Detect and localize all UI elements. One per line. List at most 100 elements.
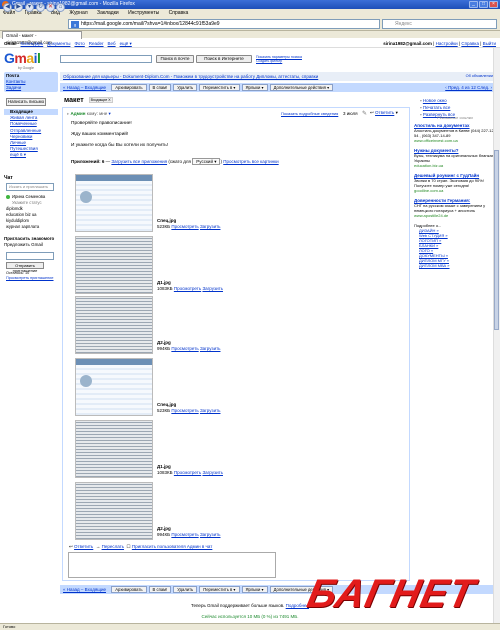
browser-tab[interactable]: Gmail - макет - sirina1982@gmail.com bbox=[2, 31, 82, 45]
archive-button[interactable]: Архивировать bbox=[111, 586, 147, 594]
labels-button[interactable]: Ярлыки ▾ bbox=[241, 84, 268, 92]
delete-button[interactable]: Удалить bbox=[173, 84, 198, 92]
star-icon[interactable]: ✎ bbox=[362, 110, 367, 117]
ad-item[interactable]: Дешевый роуминг с ГудЛайн Звонки в 70 стр… bbox=[414, 173, 496, 193]
attachment-thumbnail[interactable] bbox=[75, 174, 153, 232]
gbar-calendar[interactable]: Календарь bbox=[21, 41, 44, 46]
home-icon[interactable]: ⌂ bbox=[56, 3, 65, 12]
view-attachment-link[interactable]: Просмотреть bbox=[174, 470, 201, 475]
new-window-link[interactable]: Новое окно bbox=[423, 98, 447, 103]
gbar-web[interactable]: Веб bbox=[108, 41, 116, 46]
mail-search-input[interactable] bbox=[60, 55, 152, 63]
chat-search-input[interactable]: Искать и приглашать bbox=[6, 183, 54, 191]
help-link[interactable]: Справка bbox=[461, 41, 479, 46]
preview-invite-link[interactable]: Просмотреть приглашение bbox=[6, 276, 54, 281]
search-mail-button[interactable]: Поиск в почте bbox=[156, 55, 194, 63]
download-attachment-link[interactable]: Загрузить bbox=[200, 408, 221, 413]
dropdown-icon[interactable]: ▾ bbox=[25, 3, 34, 12]
stop-icon[interactable]: ✕ bbox=[46, 3, 55, 12]
compose-button[interactable]: Написать письмо bbox=[6, 98, 46, 106]
send-invite-button[interactable]: Отправить приглашение bbox=[6, 262, 44, 273]
related-link[interactable]: ДИПЛОМ МВА » bbox=[414, 263, 496, 268]
top-ad-link[interactable]: Образование для карьеры - Dokument-Diplo… bbox=[63, 74, 318, 79]
menu-history[interactable]: Журнал bbox=[69, 10, 87, 16]
invite-email-input[interactable] bbox=[6, 252, 54, 260]
gbar-gmail[interactable]: Gmail bbox=[4, 41, 17, 46]
attachment-thumbnail[interactable] bbox=[75, 296, 153, 354]
chat-header[interactable]: Чат bbox=[4, 175, 13, 181]
attachment-thumbnail[interactable] bbox=[75, 358, 153, 416]
create-filter-link[interactable]: Создать фильтр bbox=[256, 59, 302, 63]
view-attachment-link[interactable]: Просмотреть bbox=[171, 224, 198, 229]
attachment-thumbnail[interactable] bbox=[75, 236, 153, 294]
archive-button[interactable]: Архивировать bbox=[111, 84, 147, 92]
attachment-thumbnail[interactable] bbox=[75, 482, 153, 540]
close-button[interactable]: × bbox=[489, 1, 498, 8]
menu-bookmarks[interactable]: Закладки bbox=[97, 10, 119, 16]
recipient-dropdown-icon[interactable]: ▾ bbox=[108, 111, 110, 116]
forward-link[interactable]: Переслать bbox=[102, 544, 124, 549]
view-attachment-link[interactable]: Просмотреть bbox=[174, 286, 201, 291]
gbar-more[interactable]: ещё ▾ bbox=[120, 41, 132, 46]
gbar-photos[interactable]: Фото bbox=[74, 41, 84, 46]
spam-button[interactable]: В спам! bbox=[148, 586, 172, 594]
quick-reply-box[interactable] bbox=[68, 552, 276, 578]
sidebar-item-more[interactable]: ещё 6 ▾ bbox=[4, 152, 58, 158]
move-to-button[interactable]: Переместить в ▾ bbox=[199, 84, 240, 92]
ad-item[interactable]: Апостиль на документах Апостиль документо… bbox=[414, 123, 496, 143]
search-web-button[interactable]: Поиск в Интернете bbox=[196, 55, 252, 63]
maximize-button[interactable]: □ bbox=[479, 1, 488, 8]
invite-to-chat-link[interactable]: Пригласить пользователя Админ в чат bbox=[132, 544, 213, 549]
sidebar-tasks-link[interactable]: Задачи bbox=[6, 85, 56, 91]
invite-info: Осталось: 10 Просмотреть приглашение bbox=[6, 271, 54, 281]
more-actions-button[interactable]: Дополнительные действия ▾ bbox=[269, 84, 334, 92]
sender-name[interactable]: Админ bbox=[71, 111, 86, 116]
about-ad-link[interactable]: Об объявлении bbox=[466, 72, 493, 81]
collapse-arrow-icon[interactable]: ▸ bbox=[67, 111, 69, 116]
scrollbar-thumb[interactable] bbox=[494, 150, 499, 330]
download-attachment-link[interactable]: Загрузить bbox=[200, 224, 221, 229]
back-to-inbox-link[interactable]: « Назад – Входящие bbox=[63, 587, 106, 592]
minimize-button[interactable]: _ bbox=[469, 1, 478, 8]
message-pager[interactable]: ‹ Пред. 4 из 12 След. › bbox=[445, 83, 492, 92]
view-all-images-link[interactable]: Просмотреть все картинки bbox=[223, 159, 278, 164]
print-all-link[interactable]: Печатать все bbox=[423, 105, 451, 110]
back-arrow-icon[interactable]: ◀ bbox=[3, 3, 12, 12]
browser-search-input[interactable]: Яндекс bbox=[382, 19, 497, 29]
reply-button[interactable]: ↩ Ответить ▾ bbox=[370, 110, 398, 116]
signout-link[interactable]: Выйти bbox=[483, 41, 496, 46]
move-to-button[interactable]: Переместить в ▾ bbox=[199, 586, 240, 594]
gbar-docs[interactable]: Документы bbox=[47, 41, 70, 46]
ad-item[interactable]: Доверенности Германия: СНГ на русском язы… bbox=[414, 198, 496, 218]
spam-button[interactable]: В спам! bbox=[148, 84, 172, 92]
download-attachment-link[interactable]: Загрузить bbox=[202, 470, 223, 475]
chat-contact[interactable]: журнал зарплата bbox=[6, 224, 58, 230]
download-attachment-link[interactable]: Загрузить bbox=[202, 286, 223, 291]
download-all-link[interactable]: Загрузить все приложения bbox=[111, 159, 167, 164]
forward-arrow-icon: → bbox=[95, 544, 101, 549]
forward-arrow-icon[interactable]: ▶ bbox=[14, 3, 23, 12]
body-line: И укажите когда бы Вы хотели их получить… bbox=[71, 143, 169, 148]
reload-icon[interactable]: ↻ bbox=[36, 3, 45, 12]
download-attachment-link[interactable]: Загрузить bbox=[200, 532, 221, 537]
gbar-reader[interactable]: Reader bbox=[89, 41, 104, 46]
download-attachment-link[interactable]: Загрузить bbox=[200, 346, 221, 351]
menu-tools[interactable]: Инструменты bbox=[128, 10, 159, 16]
delete-button[interactable]: Удалить bbox=[173, 586, 198, 594]
view-attachment-link[interactable]: Просмотреть bbox=[171, 346, 198, 351]
language-select[interactable]: Русский ▾ bbox=[192, 158, 221, 165]
view-attachment-link[interactable]: Просмотреть bbox=[171, 532, 198, 537]
url-bar[interactable]: g https://mail.google.com/mail/?shva=1#i… bbox=[68, 19, 380, 29]
labels-button[interactable]: Ярлыки ▾ bbox=[241, 586, 268, 594]
back-to-inbox-link[interactable]: « Назад – Входящие bbox=[63, 85, 106, 90]
page-scrollbar[interactable] bbox=[493, 48, 500, 623]
attachment-thumbnail[interactable] bbox=[75, 420, 153, 478]
settings-link[interactable]: Настройки bbox=[436, 41, 458, 46]
reply-link[interactable]: Ответить bbox=[74, 544, 93, 549]
gmail-logo[interactable]: Gmail bbox=[4, 50, 41, 66]
show-details-link[interactable]: Показать подробные сведения bbox=[281, 111, 338, 116]
view-attachment-link[interactable]: Просмотреть bbox=[171, 408, 198, 413]
inbox-label-badge[interactable]: Входящие X bbox=[88, 97, 113, 104]
menu-help[interactable]: Справка bbox=[169, 10, 189, 16]
ad-item[interactable]: Нужны документы? Вузы, техникума на ориги… bbox=[414, 148, 496, 168]
